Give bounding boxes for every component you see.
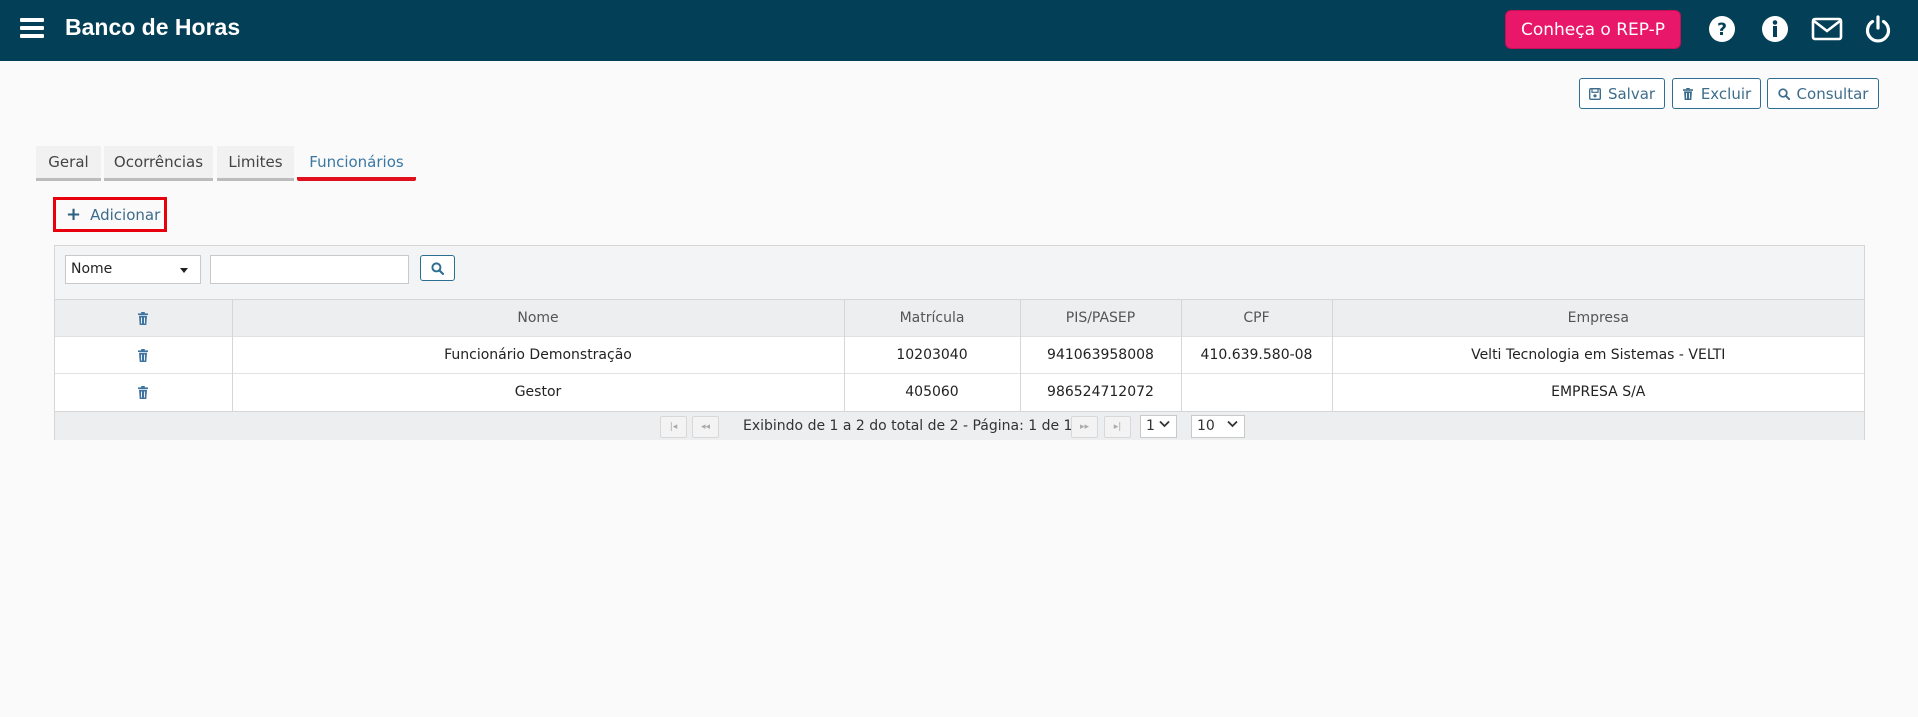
tab-funcionarios[interactable]: Funcionários (297, 146, 416, 181)
trash-icon[interactable] (137, 348, 149, 362)
cell-cpf (1181, 373, 1333, 411)
filter-field-select[interactable]: Nome (65, 255, 201, 284)
column-header-empresa[interactable]: Empresa (1332, 299, 1864, 337)
info-icon[interactable] (1760, 14, 1790, 44)
page-size-value: 10 (1197, 418, 1215, 434)
column-header-matricula[interactable]: Matrícula (844, 299, 1021, 337)
plus-icon: + (66, 203, 82, 225)
column-header-nome[interactable]: Nome (232, 299, 845, 337)
trash-icon[interactable] (137, 385, 149, 399)
column-header-pis[interactable]: PIS/PASEP (1020, 299, 1182, 337)
employees-table: Nome Matrícula PIS/PASEP CPF Empresa Fun… (55, 299, 1864, 411)
search-icon (431, 261, 444, 275)
cell-matricula: 405060 (844, 373, 1021, 411)
page-size-select[interactable]: 10 (1191, 415, 1245, 438)
tab-limites[interactable]: Limites (217, 146, 294, 181)
row-delete-cell (55, 336, 233, 374)
cell-matricula: 10203040 (844, 336, 1021, 374)
delete-column-header (55, 299, 233, 337)
delete-label: Excluir (1700, 84, 1752, 103)
cell-empresa: EMPRESA S/A (1332, 373, 1864, 411)
trash-icon (1682, 87, 1693, 100)
cell-nome: Funcionário Demonstração (232, 336, 845, 374)
employees-grid: Nome Nome Matrícula PIS/PASEP CPF Empres… (54, 245, 1865, 440)
app-title: Banco de Horas (65, 14, 241, 40)
cell-nome: Gestor (232, 373, 845, 411)
search-icon (1777, 87, 1790, 100)
mail-icon[interactable] (1811, 14, 1843, 44)
table-header-row: Nome Matrícula PIS/PASEP CPF Empresa (55, 299, 1864, 337)
filter-search-button[interactable] (420, 255, 455, 281)
help-icon[interactable]: ? (1707, 14, 1737, 44)
first-page-icon[interactable]: |◂ (660, 416, 687, 438)
add-button[interactable]: + Adicionar (53, 197, 167, 232)
power-icon[interactable] (1863, 14, 1893, 44)
cell-pis: 941063958008 (1020, 336, 1182, 374)
query-label: Consultar (1796, 84, 1869, 103)
cell-pis: 986524712072 (1020, 373, 1182, 411)
trash-icon (138, 311, 149, 325)
delete-button[interactable]: Excluir (1672, 78, 1761, 109)
page-select[interactable]: 1 (1140, 415, 1177, 438)
table-row[interactable]: Gestor 405060 986524712072 EMPRESA S/A (55, 373, 1864, 411)
add-label: Adicionar (90, 205, 161, 224)
row-delete-cell (55, 373, 233, 411)
tab-geral[interactable]: Geral (36, 146, 101, 181)
top-bar: Banco de Horas Conheça o REP-P ? (0, 0, 1918, 61)
pager: |◂ ◂◂ Exibindo de 1 a 2 do total de 2 - … (55, 411, 1864, 440)
tab-ocorrencias[interactable]: Ocorrências (104, 146, 213, 181)
save-button[interactable]: Salvar (1579, 78, 1665, 109)
svg-text:?: ? (1717, 20, 1727, 40)
chevron-down-icon (1159, 420, 1170, 428)
query-button[interactable]: Consultar (1767, 78, 1879, 109)
pager-status: Exibindo de 1 a 2 do total de 2 - Página… (743, 418, 1073, 434)
chevron-down-icon (1227, 420, 1238, 428)
prev-page-icon[interactable]: ◂◂ (692, 416, 719, 438)
next-page-icon[interactable]: ▸▸ (1071, 416, 1098, 438)
promo-button[interactable]: Conheça o REP-P (1505, 10, 1681, 49)
page-select-value: 1 (1146, 418, 1155, 434)
save-label: Salvar (1607, 84, 1656, 103)
filter-search-input[interactable] (210, 255, 409, 284)
filter-field-value: Nome (71, 261, 113, 277)
last-page-icon[interactable]: ▸| (1104, 416, 1131, 438)
column-header-cpf[interactable]: CPF (1181, 299, 1333, 337)
cell-empresa: Velti Tecnologia em Sistemas - VELTI (1332, 336, 1864, 374)
caret-down-icon (180, 268, 188, 273)
menu-icon[interactable] (20, 18, 44, 38)
cell-cpf: 410.639.580-08 (1181, 336, 1333, 374)
table-row[interactable]: Funcionário Demonstração 10203040 941063… (55, 336, 1864, 374)
save-icon (1588, 87, 1601, 100)
